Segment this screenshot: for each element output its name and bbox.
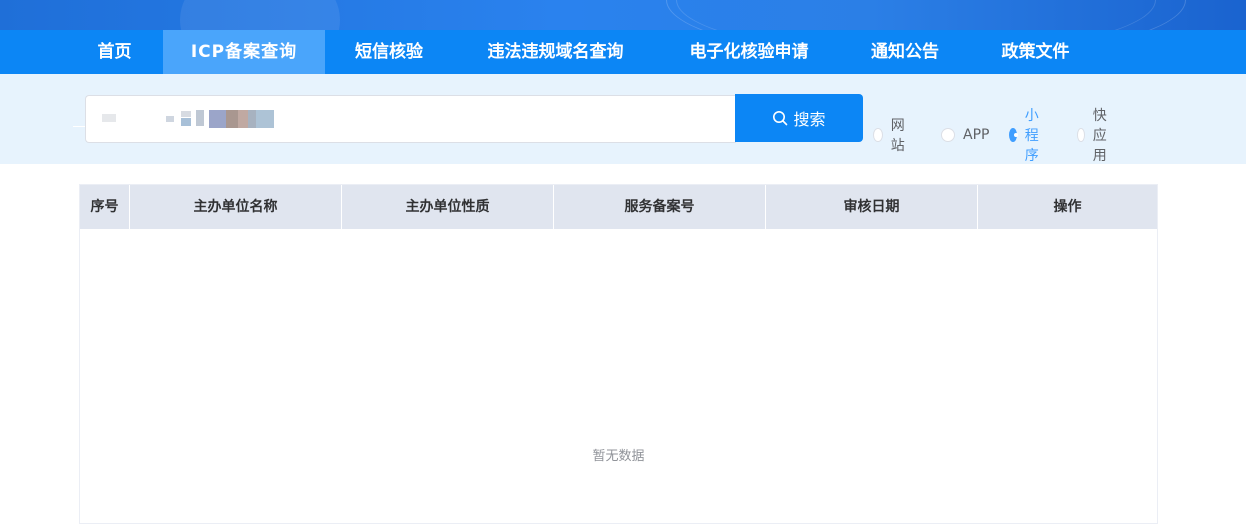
nav-item-notices[interactable]: 通知公告 (840, 30, 970, 74)
search-icon (773, 111, 788, 126)
radio-circle (941, 128, 955, 142)
radio-label: 网站 (890, 118, 905, 154)
obscured-text (181, 111, 191, 117)
radio-quick-app[interactable]: 快应用 (1077, 108, 1113, 164)
column-header-org-type: 主办单位性质 (342, 185, 554, 229)
column-header-actions: 操作 (1053, 199, 1082, 215)
obscured-text (209, 110, 226, 128)
banner-decoration (180, 0, 340, 30)
obscured-text (226, 110, 238, 128)
obscured-text (238, 110, 248, 128)
radio-app[interactable]: APP (941, 126, 989, 144)
search-button-label: 搜索 (793, 110, 826, 129)
nav-item-icp-query[interactable]: ICP备案查询 (163, 30, 325, 74)
obscured-text (256, 110, 274, 128)
obscured-text (248, 110, 256, 128)
banner-decoration (676, 0, 1156, 30)
nav-item-electronic-verify-apply[interactable]: 电子化核验申请 (658, 30, 840, 74)
nav-item-illegal-domain-query[interactable]: 违法违规域名查询 (453, 30, 658, 74)
results-table: 序号 主办单位名称 主办单位性质 服务备案号 审核日期 操作 暂无数据 (79, 184, 1158, 524)
obscured-text (181, 118, 191, 126)
table-header: 序号 主办单位名称 主办单位性质 服务备案号 审核日期 操作 (80, 185, 1157, 229)
obscured-text (102, 114, 116, 122)
radio-circle (873, 128, 883, 142)
radio-mini-program[interactable]: 小程序 (1009, 108, 1045, 164)
empty-state-text: 暂无数据 (592, 449, 645, 464)
radio-website[interactable]: 网站 (873, 118, 909, 154)
search-button[interactable]: 搜索 (735, 94, 863, 142)
radio-circle (1009, 128, 1018, 142)
nav-item-home[interactable]: 首页 (66, 30, 163, 74)
column-header-org-name: 主办单位名称 (130, 185, 342, 229)
main-nav: 首页 ICP备案查询 短信核验 违法违规域名查询 电子化核验申请 通知公告 政策… (0, 30, 1246, 74)
column-header-audit-date: 审核日期 (766, 185, 978, 229)
radio-label: APP (963, 127, 990, 143)
search-input[interactable] (85, 95, 736, 143)
radio-label: 快应用 (1092, 108, 1107, 164)
top-banner (0, 0, 1246, 30)
decorative-line (73, 126, 85, 127)
nav-item-policy-docs[interactable]: 政策文件 (970, 30, 1101, 74)
column-header-index: 序号 (80, 185, 130, 229)
radio-circle (1077, 128, 1085, 142)
obscured-text (196, 110, 204, 126)
obscured-text (166, 116, 174, 122)
search-band: 搜索 网站 APP 小程序 快应用 (0, 74, 1246, 164)
column-header-record-number: 服务备案号 (554, 185, 766, 229)
radio-label: 小程序 (1024, 108, 1039, 164)
nav-item-sms-verify[interactable]: 短信核验 (325, 30, 453, 74)
